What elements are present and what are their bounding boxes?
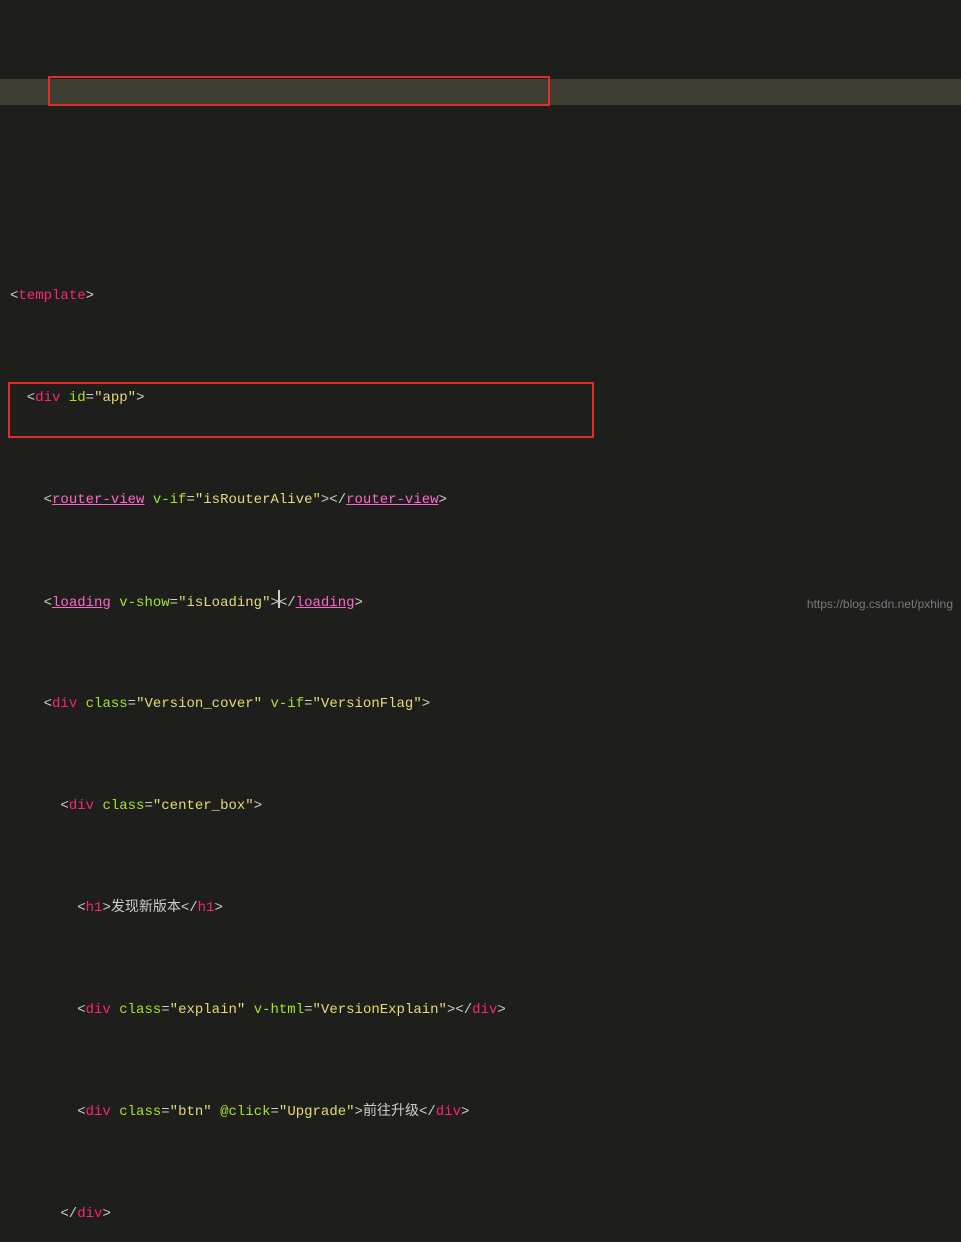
code-line: <template> [10, 284, 961, 310]
code-line: </div> [10, 1202, 961, 1228]
code-line: <router-view v-if="isRouterAlive"></rout… [10, 488, 961, 514]
code-line: <div id="app"> [10, 386, 961, 412]
current-line-highlight [0, 79, 961, 105]
code-line: <div class="center_box"> [10, 794, 961, 820]
code-line: <div class="btn" @click="Upgrade">前往升级</… [10, 1100, 961, 1126]
code-line: <div class="explain" v-html="VersionExpl… [10, 998, 961, 1024]
code-line: <h1>发现新版本</h1> [10, 896, 961, 922]
code-line: <div class="Version_cover" v-if="Version… [10, 692, 961, 718]
code-editor[interactable]: <template> <div id="app"> <router-view v… [0, 0, 961, 1242]
watermark: https://blog.csdn.net/pxhing [807, 592, 953, 618]
